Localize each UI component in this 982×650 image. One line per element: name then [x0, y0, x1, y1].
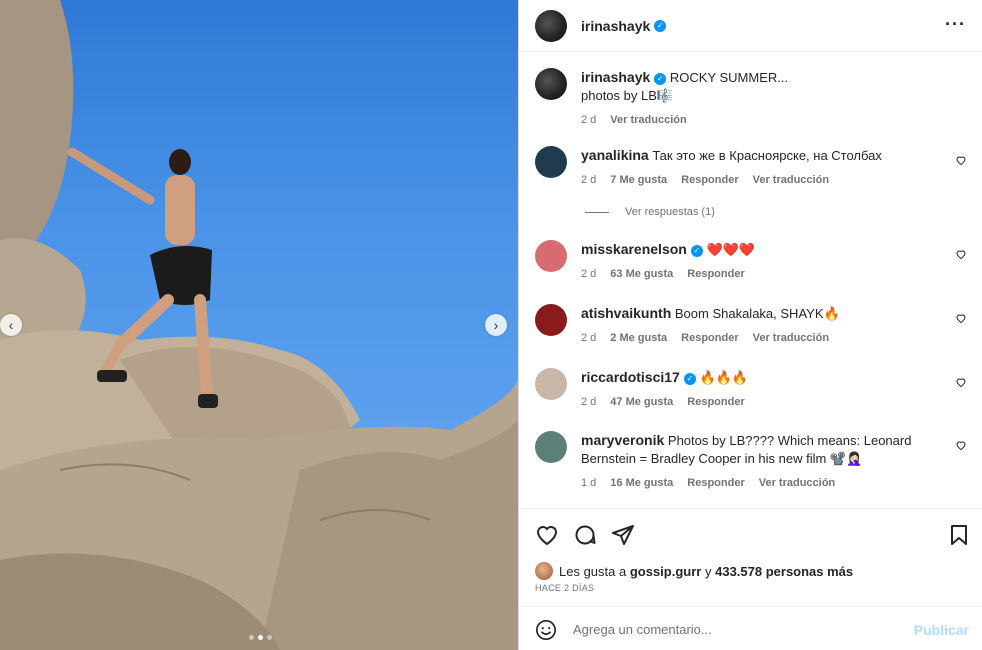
- post-header: irinashayk ✓ ···: [519, 0, 982, 52]
- verified-icon: ✓: [690, 244, 703, 257]
- post-actions: Les gusta a gossip.gurr y 433.578 person…: [519, 508, 982, 606]
- comment-text: Так это же в Красноярске, на Столбах: [652, 148, 882, 163]
- reply-button[interactable]: Responder: [687, 265, 744, 283]
- comment-likes[interactable]: 16 Me gusta: [610, 474, 673, 492]
- comment-likes[interactable]: 7 Me gusta: [610, 171, 667, 189]
- emoji-icon[interactable]: [535, 619, 557, 641]
- likes-count[interactable]: 433.578 personas más: [715, 564, 853, 579]
- heart-icon[interactable]: [955, 154, 967, 166]
- reply-button[interactable]: Responder: [687, 393, 744, 411]
- carousel-dots: [249, 635, 272, 640]
- likes-prefix: Les gusta a: [559, 563, 627, 579]
- commenter-avatar[interactable]: [535, 431, 567, 463]
- previous-photo-button[interactable]: ‹: [0, 314, 22, 336]
- caption-age: 2 d: [581, 114, 597, 126]
- carousel-dot-active: [258, 635, 263, 640]
- replies-divider: [585, 211, 609, 213]
- comment-text: ❤️❤️❤️: [706, 242, 756, 257]
- next-photo-button[interactable]: ›: [485, 314, 507, 336]
- heart-icon[interactable]: [955, 248, 967, 260]
- comment-input[interactable]: [571, 617, 891, 641]
- caption-username[interactable]: irinashayk: [581, 69, 650, 85]
- reply-button[interactable]: Responder: [687, 474, 744, 492]
- commenter-username[interactable]: atishvaikunth: [581, 305, 671, 321]
- verified-icon: ✓: [654, 19, 667, 32]
- liker-avatar: [535, 562, 553, 580]
- reply-button[interactable]: Responder: [681, 329, 738, 347]
- comment-age: 2 d: [581, 332, 597, 344]
- comment-icon[interactable]: [573, 523, 597, 547]
- commenter-avatar[interactable]: [535, 240, 567, 272]
- action-icons: [535, 523, 971, 547]
- translate-link[interactable]: Ver traducción: [753, 171, 829, 189]
- comment-composer: Publicar: [519, 606, 982, 650]
- bookmark-icon[interactable]: [947, 523, 971, 547]
- heart-icon[interactable]: [955, 439, 967, 451]
- view-replies-label: Ver respuestas (1): [625, 206, 715, 218]
- caption-translate-link[interactable]: Ver traducción: [610, 111, 686, 129]
- post-photo: [0, 0, 518, 650]
- commenter-avatar[interactable]: [535, 368, 567, 400]
- translate-link[interactable]: Ver traducción: [753, 329, 829, 347]
- heart-icon[interactable]: [955, 312, 967, 324]
- post-timestamp: HACE 2 DÍAS: [535, 583, 595, 593]
- commenter-username[interactable]: maryveronik: [581, 432, 664, 448]
- comment-age: 2 d: [581, 268, 597, 280]
- post-side-panel: irinashayk ✓ ··· irinashayk ✓ ROCKY SUMME…: [518, 0, 982, 650]
- commenter-avatar[interactable]: [535, 146, 567, 178]
- comments-list[interactable]: irinashayk ✓ ROCKY SUMMER... photos by LB…: [519, 52, 982, 508]
- comment-likes[interactable]: 63 Me gusta: [610, 265, 673, 283]
- commenter-username[interactable]: riccardotisci17: [581, 369, 680, 385]
- comment-text: Boom Shakalaka, SHAYK🔥: [674, 306, 840, 321]
- likes-mid: y: [704, 563, 712, 579]
- publish-button[interactable]: Publicar: [914, 622, 969, 638]
- author-avatar[interactable]: [535, 9, 567, 42]
- reply-button[interactable]: Responder: [681, 171, 738, 189]
- commenter-avatar[interactable]: [535, 304, 567, 336]
- comment-likes[interactable]: 2 Me gusta: [610, 329, 667, 347]
- post-media[interactable]: ‹ ›: [0, 0, 518, 650]
- comment-age: 2 d: [581, 396, 597, 408]
- author-username[interactable]: irinashayk: [581, 18, 650, 34]
- likes-user[interactable]: gossip.gurr: [630, 564, 702, 579]
- heart-icon[interactable]: [535, 523, 559, 547]
- translate-link[interactable]: Ver traducción: [759, 474, 835, 492]
- chevron-left-icon: ‹: [8, 317, 14, 333]
- carousel-dot: [249, 635, 254, 640]
- author-avatar[interactable]: [535, 68, 567, 100]
- comment-text: 🔥🔥🔥: [699, 370, 749, 385]
- chevron-right-icon: ›: [493, 317, 499, 333]
- comment-likes[interactable]: 47 Me gusta: [610, 393, 673, 411]
- caption-text-line2: photos by LB🎼: [581, 88, 674, 103]
- comment-age: 2 d: [581, 174, 597, 186]
- caption-text: ROCKY SUMMER...: [669, 70, 789, 85]
- carousel-dot: [267, 635, 272, 640]
- verified-icon: ✓: [654, 72, 667, 85]
- verified-icon: ✓: [683, 372, 696, 385]
- more-icon[interactable]: ···: [945, 14, 966, 35]
- likes-summary[interactable]: Les gusta a gossip.gurr y 433.578 person…: [535, 562, 853, 580]
- heart-icon[interactable]: [955, 376, 967, 388]
- commenter-username[interactable]: misskarenelson: [581, 241, 687, 257]
- commenter-username[interactable]: yanalikina: [581, 147, 649, 163]
- comment-age: 1 d: [581, 477, 597, 489]
- share-icon[interactable]: [611, 523, 635, 547]
- view-replies-button[interactable]: Ver respuestas (1): [585, 206, 715, 218]
